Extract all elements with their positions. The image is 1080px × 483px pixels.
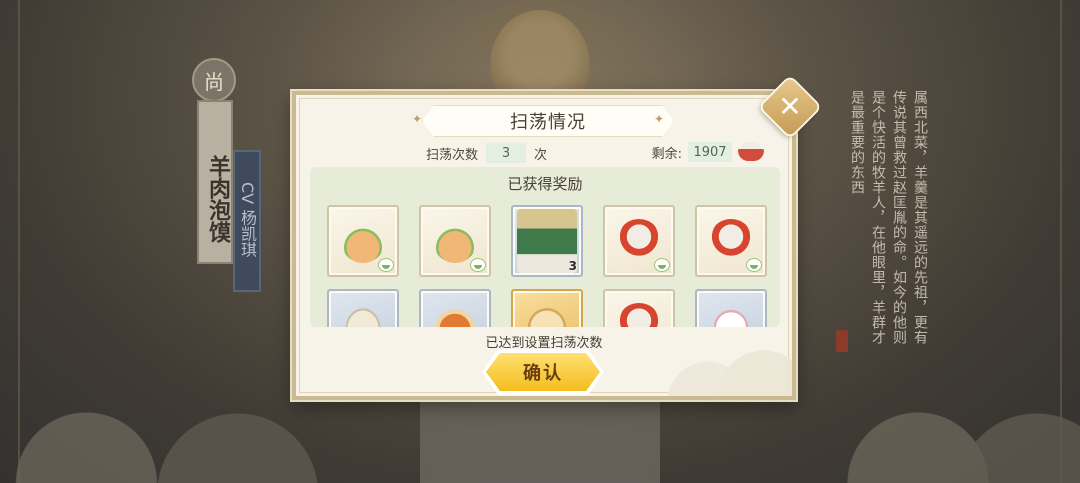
seal-stamp — [836, 330, 848, 352]
bun-icon — [525, 303, 569, 327]
dish-name-plaque: 羊肉泡馍 — [197, 100, 233, 264]
chef-fire-icon — [617, 303, 661, 327]
reward-item[interactable] — [695, 289, 767, 327]
rewards-grid: 3 — [327, 205, 767, 327]
reward-item[interactable] — [327, 289, 399, 327]
close-icon[interactable]: ✕ — [769, 86, 811, 128]
soup-dish-icon — [433, 219, 477, 263]
rewards-title: 已获得奖励 — [507, 175, 583, 193]
dumpling-icon — [341, 303, 385, 327]
reward-item[interactable] — [695, 205, 767, 277]
bowl-icon — [738, 142, 764, 162]
reward-quantity: 3 — [568, 259, 577, 273]
reward-item[interactable] — [603, 205, 675, 277]
sweep-count-row: 扫荡次数 3 次 — [426, 143, 547, 163]
remaining-row: 剩余: 1907 — [652, 142, 764, 162]
confirm-button[interactable]: 确认 — [486, 353, 600, 391]
sweep-result-dialog: ✦ 扫荡情况 ✦ 扫荡次数 3 次 剩余: 1907 已获得奖励 3 已达到设置… — [292, 91, 796, 400]
reward-item[interactable] — [603, 289, 675, 327]
sweep-count-unit: 次 — [534, 147, 548, 163]
reward-item[interactable]: 3 — [511, 205, 583, 277]
soup-dish-icon — [341, 219, 385, 263]
dialog-title-banner: 扫荡情况 — [422, 105, 674, 137]
reward-item[interactable] — [511, 289, 583, 327]
sweep-count-label: 扫荡次数 — [426, 147, 479, 163]
reward-item[interactable] — [327, 205, 399, 277]
bowl-badge-icon — [654, 258, 670, 272]
chef-pot-icon — [709, 219, 753, 263]
character-story-text: 属西北菜，羊羹是其遥远的先祖，更有传说其曾救过赵匡胤的命。如今的他则是个快活的牧… — [849, 90, 928, 345]
bowl-badge-icon — [746, 258, 762, 272]
title-left-ornament: ✦ — [412, 112, 423, 126]
sweep-status-text: 已达到设置扫荡次数 — [485, 336, 603, 351]
chef-pot-icon — [617, 219, 661, 263]
bowl-badge-icon — [378, 258, 394, 272]
girl-food-icon — [433, 303, 477, 327]
reward-item[interactable] — [419, 289, 491, 327]
dialog-title: 扫荡情况 — [510, 112, 586, 133]
voice-actor-tag: CV 杨凯琪 — [233, 150, 261, 292]
sweep-count-value: 3 — [486, 143, 527, 163]
rewards-panel: 已获得奖励 3 — [310, 167, 780, 327]
remaining-label: 剩余: — [651, 146, 682, 162]
bowl-badge-icon — [470, 258, 486, 272]
reward-item[interactable] — [419, 205, 491, 277]
remaining-value: 1907 — [688, 142, 732, 162]
fox-icon — [709, 303, 753, 327]
title-right-ornament: ✦ — [654, 112, 665, 126]
dish-rank-badge: 尚 — [192, 58, 236, 102]
